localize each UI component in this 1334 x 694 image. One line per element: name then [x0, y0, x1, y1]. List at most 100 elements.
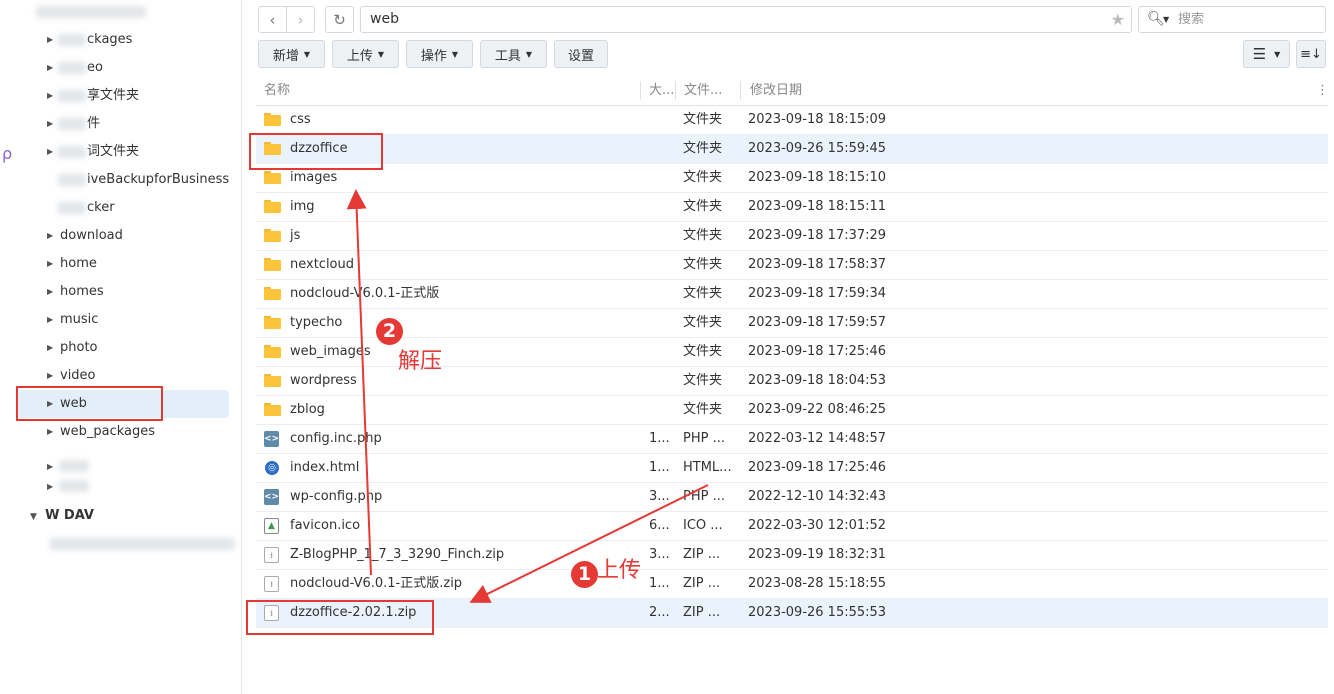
action-button[interactable]: 操作 ▼ — [406, 40, 473, 68]
file-type: 文件夹 — [683, 199, 723, 214]
file-size: 1... — [649, 460, 670, 475]
file-type: ZIP ... — [683, 576, 721, 591]
sort-button[interactable]: ≡↓ — [1296, 40, 1326, 68]
tree-header-blurred — [36, 6, 146, 22]
file-name: nodcloud-V6.0.1-正式版 — [290, 286, 440, 301]
column-size[interactable]: 大... — [649, 76, 674, 105]
file-row[interactable]: zblog 文件夹 2023-09-22 08:46:25 — [256, 396, 1328, 425]
file-row[interactable]: img 文件夹 2023-09-18 18:15:11 — [256, 193, 1328, 222]
sidebar-item-label-wrap: 件 — [58, 110, 100, 138]
file-row[interactable]: ⁞ nodcloud-V6.0.1-正式版.zip 1... ZIP ... 2023-… — [256, 570, 1328, 599]
search-dropdown-caret[interactable]: ▼ — [1163, 7, 1169, 32]
sidebar-item-label: iveBackupforBusiness — [87, 172, 230, 187]
zip-file-icon: ⁞ — [264, 576, 279, 592]
file-name: js — [290, 228, 301, 243]
search-input[interactable]: 🔍︎ ▼ 搜索 — [1138, 6, 1326, 33]
folder-icon — [264, 287, 281, 300]
file-row[interactable]: dzzoffice 文件夹 2023-09-26 15:59:45 — [256, 135, 1328, 164]
step-2-label: 解压 — [398, 349, 443, 374]
file-row[interactable]: nextcloud 文件夹 2023-09-18 17:58:37 — [256, 251, 1328, 280]
tree-section-webdav[interactable]: ▼ W DAV — [30, 502, 94, 530]
folder-tree-panel: ρ ▶ckages▶eo▶享文件夹▶件▶词文件夹▶iveBackupforBus… — [0, 0, 242, 694]
sidebar-item-4[interactable]: ▶ 词文件夹 — [18, 138, 229, 166]
sidebar-item-3[interactable]: ▶ 件 — [18, 110, 229, 138]
file-type: 文件夹 — [683, 373, 723, 388]
tools-button[interactable]: 工具 ▼ — [480, 40, 547, 68]
step-1-label: 上传 — [597, 558, 642, 583]
sidebar-item-14[interactable]: ▶ web_packages — [18, 418, 229, 446]
file-type: 文件夹 — [683, 112, 723, 127]
folder-icon — [264, 171, 281, 184]
file-row[interactable]: ⁞ Z-BlogPHP_1_7_3_3290_Finch.zip 3... ZIP .… — [256, 541, 1328, 570]
zip-file-icon: ⁞ — [264, 547, 279, 563]
expand-triangle-icon[interactable]: ▶ — [47, 110, 57, 138]
file-row[interactable]: ◎ index.html 1... HTML... 2023-09-18 17:25:4… — [256, 454, 1328, 483]
sidebar-item-label-wrap: 享文件夹 — [58, 82, 139, 110]
sidebar-item-0[interactable]: ▶ ckages — [18, 26, 229, 54]
create-label: 新增 — [272, 48, 299, 64]
folder-icon — [264, 403, 281, 416]
file-name: wordpress — [290, 373, 357, 388]
sidebar-item-label: music — [60, 312, 99, 327]
sidebar-item-7[interactable]: ▶ download — [18, 222, 229, 250]
expand-triangle-icon[interactable]: ▶ — [47, 250, 57, 278]
sidebar-item-1[interactable]: ▶ eo — [18, 54, 229, 82]
expand-triangle-icon[interactable]: ▶ — [47, 138, 57, 166]
expand-triangle-icon[interactable]: ▶ — [47, 54, 57, 82]
expand-triangle-icon[interactable]: ▶ — [47, 306, 57, 334]
expand-triangle-icon[interactable]: ▶ — [47, 26, 57, 54]
sidebar-item-10[interactable]: ▶ music — [18, 306, 229, 334]
expand-triangle-icon[interactable]: ▶ — [47, 418, 57, 446]
column-name[interactable]: 名称 — [264, 76, 290, 105]
file-type: PHP ... — [683, 431, 725, 446]
expand-triangle-icon[interactable]: ▶ — [47, 222, 57, 250]
expand-triangle-icon[interactable]: ▶ — [47, 334, 57, 362]
file-row[interactable]: ▲ favicon.ico 6... ICO ... 2022-03-30 12:01:… — [256, 512, 1328, 541]
sidebar-item-8[interactable]: ▶ home — [18, 250, 229, 278]
back-button[interactable]: ‹ — [258, 6, 287, 33]
file-row[interactable]: <> wp-config.php 3... PHP ... 2022-12-10 14:… — [256, 483, 1328, 512]
view-mode-button[interactable]: ☰ ▼ — [1243, 40, 1290, 68]
expand-triangle-icon[interactable]: ▶ — [47, 278, 57, 306]
file-row[interactable]: <> config.inc.php 1... PHP ... 2022-03-12 14… — [256, 425, 1328, 454]
star-icon[interactable]: ★ — [1111, 7, 1125, 32]
sidebar-item-9[interactable]: ▶ homes — [18, 278, 229, 306]
path-text: web — [370, 11, 399, 27]
column-divider[interactable] — [675, 81, 676, 100]
file-row[interactable]: js 文件夹 2023-09-18 17:37:29 — [256, 222, 1328, 251]
column-modified[interactable]: 修改日期 — [750, 76, 802, 105]
file-row[interactable]: css 文件夹 2023-09-18 18:15:09 — [256, 106, 1328, 135]
file-row[interactable]: typecho 文件夹 2023-09-18 17:59:57 — [256, 309, 1328, 338]
sidebar-item-label-wrap: iveBackupforBusiness — [58, 166, 229, 194]
file-modified: 2023-09-18 17:37:29 — [748, 228, 887, 243]
file-name: nodcloud-V6.0.1-正式版.zip — [290, 576, 463, 591]
sidebar-item-6[interactable]: ▶cker — [18, 194, 229, 222]
expand-triangle-icon[interactable]: ▶ — [47, 82, 57, 110]
folder-icon — [264, 316, 281, 329]
upload-button[interactable]: 上传 ▼ — [332, 40, 399, 68]
search-placeholder: 搜索 — [1178, 12, 1205, 27]
sidebar-item-2[interactable]: ▶ 享文件夹 — [18, 82, 229, 110]
blurred-item-2: ▶ — [47, 472, 90, 500]
blurred-text — [58, 117, 86, 130]
sidebar-item-11[interactable]: ▶ photo — [18, 334, 229, 362]
forward-button[interactable]: › — [286, 6, 315, 33]
blurred-text — [58, 201, 86, 214]
blurred-text — [58, 33, 86, 46]
refresh-button[interactable]: ↻ — [325, 6, 354, 33]
file-name: img — [290, 199, 315, 214]
file-list-header: 名称 大... 文件... 修改日期 ⋮ — [256, 76, 1329, 106]
file-row[interactable]: images 文件夹 2023-09-18 18:15:10 — [256, 164, 1328, 193]
column-divider[interactable] — [740, 81, 741, 100]
path-input[interactable]: web ★ — [360, 6, 1132, 33]
folder-icon — [264, 200, 281, 213]
column-type[interactable]: 文件... — [684, 76, 722, 105]
column-divider[interactable] — [640, 81, 641, 100]
file-type: ZIP ... — [683, 547, 721, 562]
settings-button[interactable]: 设置 — [554, 40, 608, 68]
create-button[interactable]: 新增 ▼ — [258, 40, 325, 68]
sidebar-item-5[interactable]: ▶iveBackupforBusiness — [18, 166, 229, 194]
file-type: 文件夹 — [683, 344, 723, 359]
file-row[interactable]: nodcloud-V6.0.1-正式版 文件夹 2023-09-18 17:59:3… — [256, 280, 1328, 309]
column-options-icon[interactable]: ⋮ — [1316, 76, 1329, 105]
